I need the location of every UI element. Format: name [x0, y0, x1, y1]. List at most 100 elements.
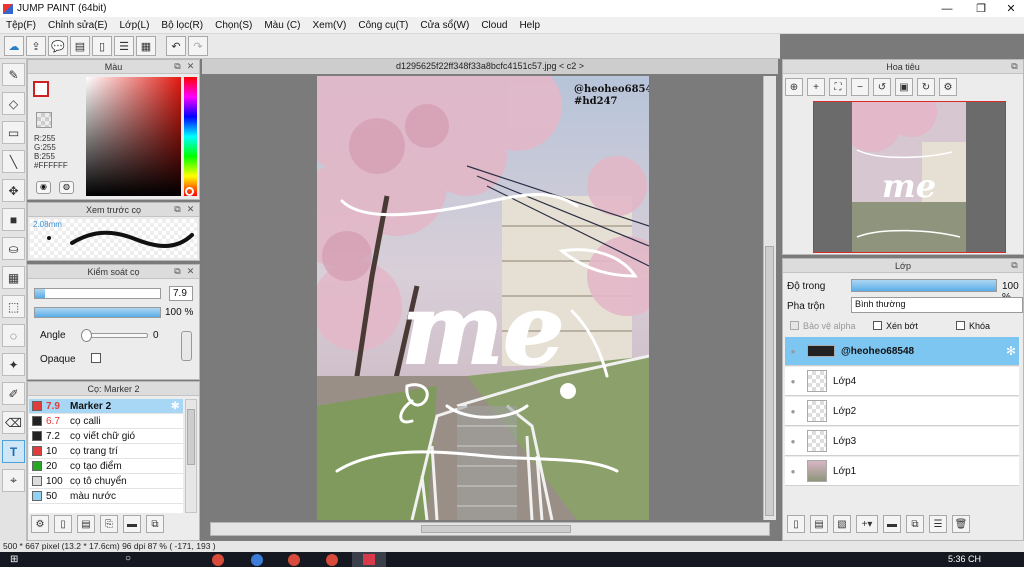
- popout-icon[interactable]: ⧉: [1009, 260, 1020, 271]
- hue-slider[interactable]: [184, 77, 197, 196]
- saturation-value-picker[interactable]: [86, 77, 181, 196]
- layer-row[interactable]: ● Lớp2: [785, 397, 1019, 426]
- layer-opacity-slider[interactable]: [851, 279, 997, 292]
- color-wheel-icon[interactable]: ◉: [36, 181, 51, 194]
- brush-item[interactable]: 7.9 Marker 2 ✻: [29, 399, 183, 414]
- select-pen-tool-icon[interactable]: ✐: [2, 382, 25, 405]
- fill-rect-tool-icon[interactable]: ■: [2, 208, 25, 231]
- brush-item[interactable]: 20 cọ tạo điểm: [29, 459, 183, 474]
- duplicate-icon[interactable]: ⧉: [146, 515, 164, 533]
- menu-edit[interactable]: Chỉnh sửa(E): [42, 20, 114, 31]
- menu-select[interactable]: Chọn(S): [209, 20, 258, 31]
- cloud-icon[interactable]: ☁: [4, 36, 24, 56]
- brush-item[interactable]: 7.2 cọ viết chữ gió: [29, 429, 183, 444]
- visibility-icon[interactable]: ●: [785, 407, 801, 416]
- comment-icon[interactable]: 💬: [48, 36, 68, 56]
- eraser-tool-icon[interactable]: ◇: [2, 92, 25, 115]
- scroll-thumb[interactable]: [421, 525, 571, 533]
- angle-slider[interactable]: [81, 329, 148, 342]
- brush-item[interactable]: 50 màu nước: [29, 489, 183, 504]
- gear-icon[interactable]: ✻: [1006, 344, 1016, 358]
- layer-row[interactable]: ● @heoheo68548 ✻: [785, 337, 1019, 366]
- menu-layer[interactable]: Lớp(L): [114, 20, 156, 31]
- hue-handle[interactable]: [185, 187, 194, 196]
- visibility-icon[interactable]: ●: [785, 377, 801, 386]
- new-folder-icon[interactable]: ▬: [883, 515, 901, 533]
- undo-icon[interactable]: ↶: [166, 36, 186, 56]
- scroll-thumb[interactable]: [765, 246, 774, 516]
- text-tool-icon[interactable]: T: [2, 440, 25, 463]
- close-icon[interactable]: ✕: [185, 266, 196, 277]
- visibility-icon[interactable]: ●: [785, 437, 801, 446]
- chrome-icon[interactable]: [288, 554, 300, 566]
- windows-start-icon[interactable]: ⊞: [10, 554, 18, 565]
- menu-view[interactable]: Xem(V): [306, 20, 352, 31]
- brush-item[interactable]: 10 cọ trang trí: [29, 444, 183, 459]
- menu-file[interactable]: Tệp(F): [0, 20, 42, 31]
- navigator-viewport[interactable]: me: [813, 101, 1006, 253]
- vertical-scrollbar[interactable]: [763, 76, 776, 520]
- add-layer-icon[interactable]: +▾: [856, 515, 878, 533]
- brush-size-input[interactable]: 7.9: [169, 286, 193, 301]
- horizontal-scrollbar[interactable]: [210, 522, 770, 536]
- merge-layer-icon[interactable]: ☰: [929, 515, 947, 533]
- chat-icon[interactable]: ▤: [70, 36, 90, 56]
- menu-filter[interactable]: Bộ lọc(R): [155, 20, 209, 31]
- rectangle-tool-icon[interactable]: ▭: [2, 121, 25, 144]
- move-tool-icon[interactable]: ✥: [2, 179, 25, 202]
- brush-item[interactable]: 6.7 cọ calli: [29, 414, 183, 429]
- brush-size-slider[interactable]: [34, 288, 161, 299]
- share-icon[interactable]: ⇪: [26, 36, 46, 56]
- layer-row[interactable]: ● Lớp3: [785, 427, 1019, 456]
- foreground-color-swatch[interactable]: [33, 81, 49, 97]
- layer-row[interactable]: ● Lớp1: [785, 457, 1019, 486]
- visibility-icon[interactable]: ●: [785, 467, 801, 476]
- magic-wand-tool-icon[interactable]: ✦: [2, 353, 25, 376]
- close-icon[interactable]: ✕: [185, 61, 196, 72]
- folder-icon[interactable]: ▬: [123, 515, 141, 533]
- new-layer-icon[interactable]: ▯: [787, 515, 805, 533]
- brush-item[interactable]: 100 cọ tô chuyển: [29, 474, 183, 489]
- brush-menu-icon[interactable]: ▤: [77, 515, 95, 533]
- zoom-in-icon[interactable]: +: [807, 78, 825, 96]
- page-icon[interactable]: ▯: [92, 36, 112, 56]
- new-raster-icon[interactable]: ▤: [810, 515, 828, 533]
- rotate-left-icon[interactable]: ↺: [873, 78, 891, 96]
- grid-icon[interactable]: ▦: [136, 36, 156, 56]
- brush-list-scrollbar[interactable]: [185, 399, 197, 513]
- blend-mode-select[interactable]: Bình thường: [851, 297, 1023, 313]
- lasso-tool-icon[interactable]: ◌: [2, 324, 25, 347]
- menu-window[interactable]: Cửa sổ(W): [414, 20, 475, 31]
- close-button[interactable]: ✕: [996, 0, 1024, 17]
- browser-icon[interactable]: [251, 554, 263, 566]
- minimize-button[interactable]: —: [932, 0, 962, 17]
- rotate-right-icon[interactable]: ↻: [917, 78, 935, 96]
- brush-tool-icon[interactable]: ✎: [2, 63, 25, 86]
- opaque-checkbox[interactable]: [91, 353, 101, 363]
- duplicate-layer-icon[interactable]: ⧉: [906, 515, 924, 533]
- popout-icon[interactable]: ⧉: [172, 266, 183, 277]
- menu-help[interactable]: Help: [513, 20, 546, 31]
- menu-cloud[interactable]: Cloud: [475, 20, 513, 31]
- eyedropper-tool-icon[interactable]: ⌖: [2, 469, 25, 492]
- transparent-color-swatch[interactable]: [36, 112, 52, 128]
- scroll-thumb[interactable]: [187, 409, 195, 465]
- drawing-canvas[interactable]: me @heoheo68548 #hd247: [317, 76, 649, 520]
- clip-checkbox[interactable]: [873, 321, 882, 330]
- popout-icon[interactable]: ⧉: [172, 204, 183, 215]
- menu-tools[interactable]: Công cụ(T): [352, 20, 414, 31]
- brush-settings-icon[interactable]: ⚙: [31, 515, 49, 533]
- popout-icon[interactable]: ⧉: [172, 61, 183, 72]
- fit-screen-icon[interactable]: ⛶: [829, 78, 847, 96]
- navigator-settings-icon[interactable]: ⚙: [939, 78, 957, 96]
- visibility-icon[interactable]: ●: [785, 347, 801, 356]
- close-icon[interactable]: ✕: [185, 204, 196, 215]
- layer-row[interactable]: ● Lớp4: [785, 367, 1019, 396]
- brush-opacity-slider[interactable]: [34, 307, 161, 318]
- maximize-button[interactable]: ❐: [966, 0, 996, 17]
- search-icon[interactable]: ○: [125, 553, 131, 564]
- line-tool-icon[interactable]: ╲: [2, 150, 25, 173]
- list-icon[interactable]: ☰: [114, 36, 134, 56]
- chrome-icon[interactable]: [326, 554, 338, 566]
- zoom-out-icon[interactable]: −: [851, 78, 869, 96]
